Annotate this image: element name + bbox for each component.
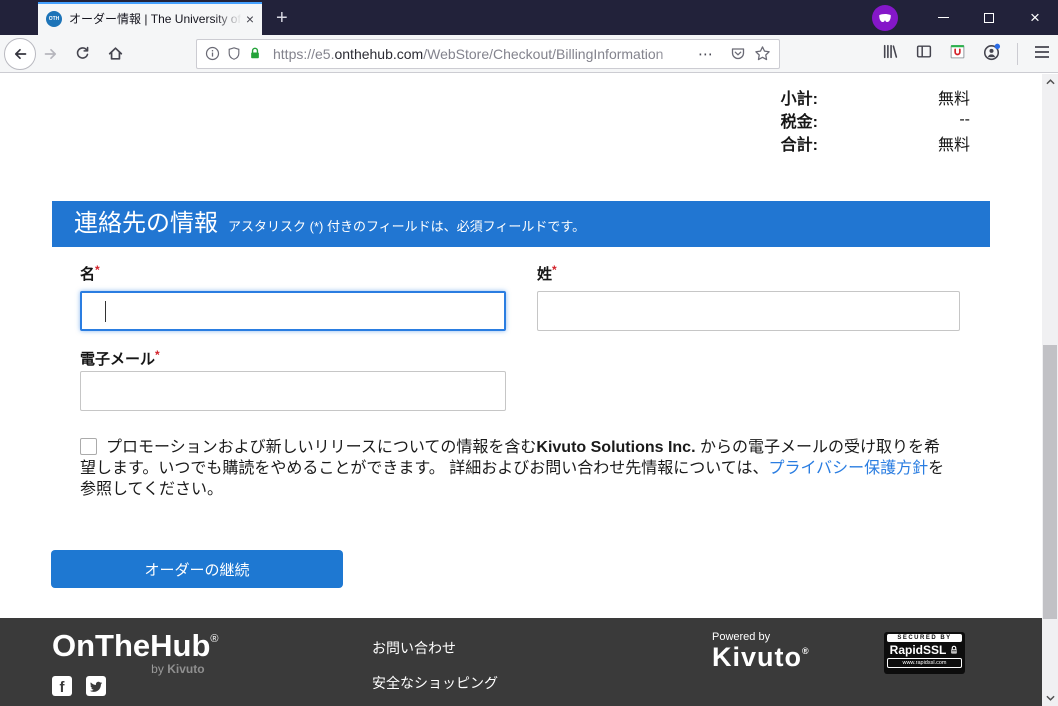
promo-consent-checkbox[interactable] xyxy=(80,438,97,455)
browser-toolbar: https://e5.onthehub.com/WebStore/Checkou… xyxy=(0,35,1058,73)
social-icons: f xyxy=(52,676,106,696)
privacy-policy-link[interactable]: プライバシー保護方針 xyxy=(768,460,928,477)
back-arrow-icon xyxy=(12,46,28,62)
tax-value: -- xyxy=(818,111,970,129)
browser-tab[interactable]: OTH オーダー情報 | The University of T × xyxy=(38,2,262,35)
onthehub-logo: OnTheHub® by Kivuto xyxy=(52,630,219,676)
https-lock-icon[interactable] xyxy=(248,46,262,61)
scrollbar-down-arrow[interactable] xyxy=(1042,690,1058,706)
page-content: 小計: 無料 税金: -- 合計: 無料 連絡先の情報 アスタリスク (*) 付… xyxy=(0,74,1058,706)
tab-title: オーダー情報 | The University of T xyxy=(69,10,242,27)
toolbar-divider xyxy=(1017,43,1018,65)
section-subtitle: アスタリスク (*) 付きのフィールドは、必須フィールドです。 xyxy=(228,216,585,235)
extension-icon[interactable] xyxy=(949,43,966,65)
footer-link-contact[interactable]: お問い合わせ xyxy=(372,638,512,658)
email-label: 電子メール* xyxy=(80,348,160,369)
footer-link-secure-shopping[interactable]: 安全なショッピング xyxy=(372,673,512,693)
ssl-padlock-icon xyxy=(949,645,959,655)
forward-button[interactable] xyxy=(36,46,66,62)
window-maximize-button[interactable] xyxy=(966,0,1012,35)
close-icon: × xyxy=(1030,9,1040,26)
order-summary: 小計: 無料 税金: -- 合計: 無料 xyxy=(698,85,970,154)
promo-consent-text: プロモーションおよび新しいリリースについての情報を含むKivuto Soluti… xyxy=(80,437,954,500)
window-minimize-button[interactable] xyxy=(920,0,966,35)
section-header: 連絡先の情報 アスタリスク (*) 付きのフィールドは、必須フィールドです。 xyxy=(52,201,990,247)
sidebar-toggle-icon[interactable] xyxy=(915,43,933,65)
page-info-icon[interactable] xyxy=(205,46,220,61)
email-input[interactable] xyxy=(80,371,506,411)
rapidssl-seal[interactable]: SECURED BY RapidSSL www.rapidssl.com xyxy=(884,632,965,674)
scrollbar-thumb[interactable] xyxy=(1043,345,1057,619)
summary-row-total: 合計: 無料 xyxy=(698,131,970,154)
subtotal-label: 小計: xyxy=(698,85,818,109)
menu-hamburger-icon[interactable] xyxy=(1034,45,1050,64)
home-button[interactable] xyxy=(98,45,132,62)
summary-row-subtotal: 小計: 無料 xyxy=(698,85,970,108)
required-asterisk: * xyxy=(95,263,100,277)
facebook-icon[interactable]: f xyxy=(52,676,72,696)
powered-by-kivuto-logo: Powered by Kivuto® xyxy=(712,631,810,671)
twitter-icon[interactable] xyxy=(86,676,106,696)
minimize-icon xyxy=(938,17,949,18)
tax-label: 税金: xyxy=(698,108,818,132)
required-asterisk: * xyxy=(155,348,160,362)
reload-icon xyxy=(75,46,90,61)
pocket-icon[interactable] xyxy=(730,46,746,62)
continue-order-button[interactable]: オーダーの継続 xyxy=(51,550,343,588)
subtotal-value: 無料 xyxy=(818,85,970,109)
home-icon xyxy=(107,45,124,62)
first-name-input[interactable] xyxy=(80,291,506,331)
company-name: Kivuto Solutions Inc. xyxy=(536,439,695,456)
last-name-input[interactable] xyxy=(537,291,960,331)
ssl-site-url: www.rapidssl.com xyxy=(887,658,962,668)
section-title: 連絡先の情報 xyxy=(74,201,218,247)
scrollbar-up-arrow[interactable] xyxy=(1042,74,1058,90)
required-asterisk: * xyxy=(552,263,557,277)
page-scrollbar[interactable] xyxy=(1042,74,1058,706)
url-text: https://e5.onthehub.com/WebStore/Checkou… xyxy=(273,46,694,62)
tab-close-icon[interactable]: × xyxy=(246,12,254,26)
library-icon[interactable] xyxy=(881,43,899,65)
ssl-brand: RapidSSL xyxy=(890,643,960,657)
account-icon[interactable] xyxy=(982,43,1001,66)
url-bar[interactable]: https://e5.onthehub.com/WebStore/Checkou… xyxy=(196,39,780,69)
window-close-button[interactable]: × xyxy=(1012,0,1058,35)
maximize-icon xyxy=(984,13,994,23)
footer-links: お問い合わせ 安全なショッピング プライバシー保護方針 xyxy=(372,638,512,706)
last-name-label: 姓* xyxy=(537,263,557,284)
private-browsing-mask-icon xyxy=(872,5,898,31)
total-value: 無料 xyxy=(818,131,970,155)
page-footer: OnTheHub® by Kivuto f お問い合わせ 安全なショッピング プ… xyxy=(0,618,1042,706)
text-caret xyxy=(105,301,106,322)
page-actions-icon[interactable]: ⋯ xyxy=(698,45,714,63)
reload-button[interactable] xyxy=(66,46,98,61)
tab-bar: OTH オーダー情報 | The University of T × + × xyxy=(0,0,1058,35)
forward-arrow-icon xyxy=(43,46,59,62)
site-favicon: OTH xyxy=(46,11,62,27)
ssl-secured-by: SECURED BY xyxy=(887,634,962,642)
new-tab-button[interactable]: + xyxy=(276,2,288,35)
summary-row-tax: 税金: -- xyxy=(698,108,970,131)
tracking-protection-shield-icon[interactable] xyxy=(227,46,241,61)
back-button[interactable] xyxy=(4,38,36,70)
total-label: 合計: xyxy=(698,131,818,155)
bookmark-star-icon[interactable] xyxy=(754,45,771,62)
first-name-label: 名* xyxy=(80,263,100,284)
